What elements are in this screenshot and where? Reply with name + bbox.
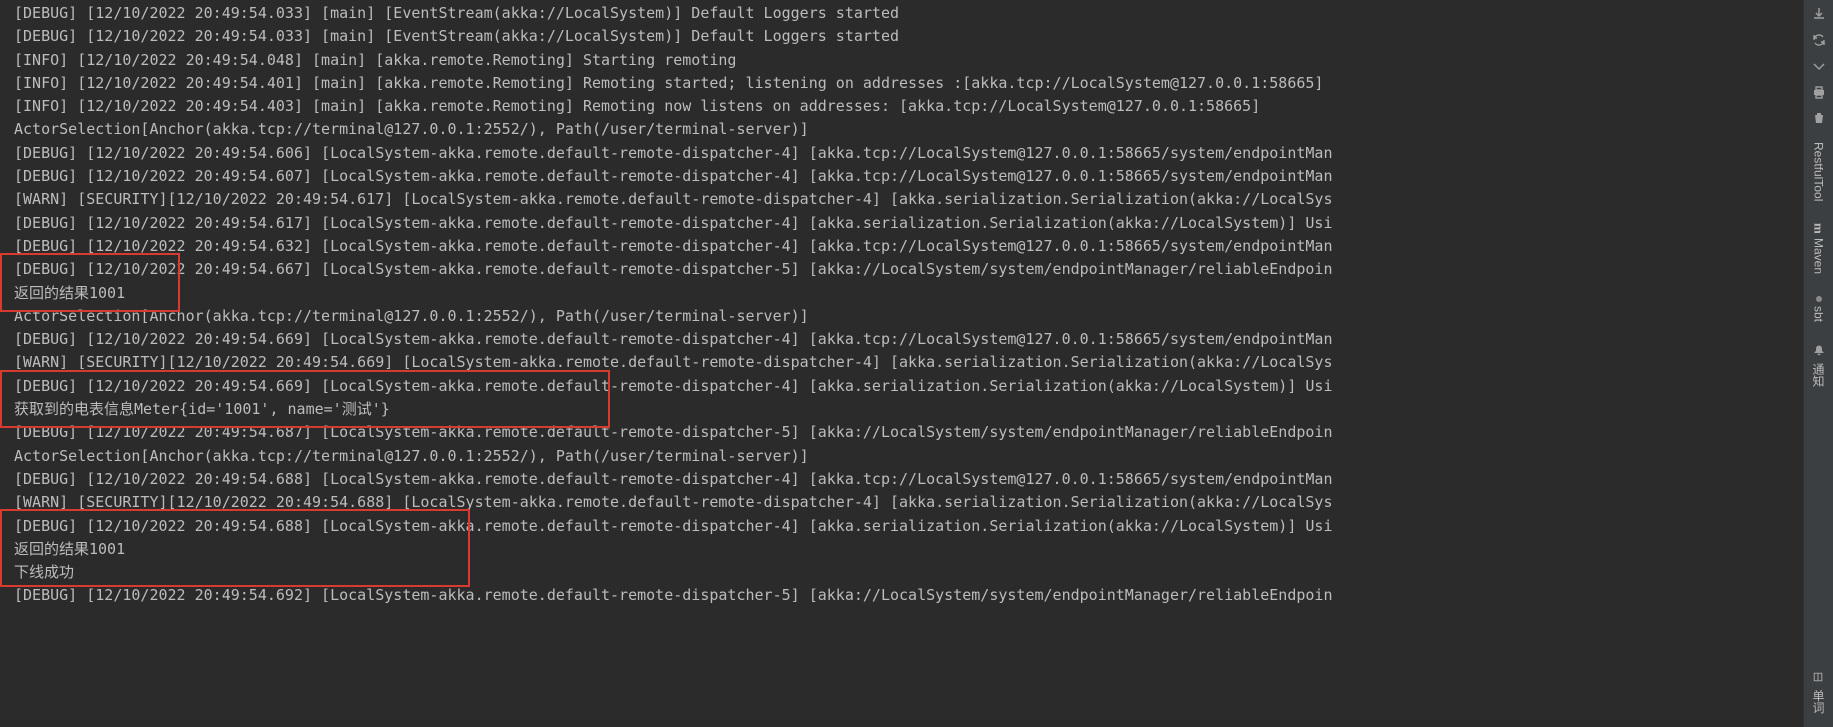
tool-tab-restfultool[interactable]: RestfulTool: [1810, 134, 1828, 209]
tool-tab-notifications[interactable]: 通知: [1808, 336, 1829, 395]
tool-tab-sbt[interactable]: sbt: [1810, 288, 1828, 330]
console-output[interactable]: [DEBUG] [12/10/2022 20:49:54.033] [main]…: [0, 0, 1803, 727]
download-icon[interactable]: [1809, 4, 1829, 24]
expand-icon[interactable]: [1809, 56, 1829, 76]
maven-icon: m: [1811, 223, 1827, 234]
log-line: ActorSelection[Anchor(akka.tcp://termina…: [14, 118, 1799, 141]
log-line: [DEBUG] [12/10/2022 20:49:54.606] [Local…: [14, 142, 1799, 165]
right-tool-strip: RestfulTool m Maven sbt 通知 单词: [1803, 0, 1833, 727]
tool-tab-maven[interactable]: m Maven: [1809, 215, 1829, 282]
log-line: [DEBUG] [12/10/2022 20:49:54.667] [Local…: [14, 258, 1799, 281]
log-line: [DEBUG] [12/10/2022 20:49:54.669] [Local…: [14, 328, 1799, 351]
sbt-icon: [1816, 296, 1822, 302]
log-line: [DEBUG] [12/10/2022 20:49:54.033] [main]…: [14, 25, 1799, 48]
log-line: [DEBUG] [12/10/2022 20:49:54.617] [Local…: [14, 212, 1799, 235]
book-icon: [1812, 671, 1824, 686]
tool-tab-label: 单词: [1811, 689, 1825, 713]
log-line: [DEBUG] [12/10/2022 20:49:54.033] [main]…: [14, 2, 1799, 25]
bell-icon: [1813, 344, 1825, 359]
log-line: [WARN] [SECURITY][12/10/2022 20:49:54.61…: [14, 188, 1799, 211]
log-line: [DEBUG] [12/10/2022 20:49:54.607] [Local…: [14, 165, 1799, 188]
log-line: [WARN] [SECURITY][12/10/2022 20:49:54.66…: [14, 351, 1799, 374]
log-line: 获取到的电表信息Meter{id='1001', name='测试'}: [14, 398, 1799, 421]
tool-tab-label: sbt: [1812, 306, 1826, 322]
tool-tab-label: 通知: [1810, 363, 1827, 387]
log-line: [DEBUG] [12/10/2022 20:49:54.687] [Local…: [14, 421, 1799, 444]
log-line: [INFO] [12/10/2022 20:49:54.401] [main] …: [14, 72, 1799, 95]
log-line: [DEBUG] [12/10/2022 20:49:54.688] [Local…: [14, 515, 1799, 538]
tool-tab-label: Maven: [1812, 238, 1826, 274]
log-line: 返回的结果1001: [14, 282, 1799, 305]
tool-tab-label: RestfulTool: [1812, 142, 1826, 201]
print-icon[interactable]: [1809, 82, 1829, 102]
log-line: [INFO] [12/10/2022 20:49:54.048] [main] …: [14, 49, 1799, 72]
log-line: [DEBUG] [12/10/2022 20:49:54.632] [Local…: [14, 235, 1799, 258]
log-line: [DEBUG] [12/10/2022 20:49:54.692] [Local…: [14, 584, 1799, 607]
log-line: 返回的结果1001: [14, 538, 1799, 561]
log-line: [INFO] [12/10/2022 20:49:54.403] [main] …: [14, 95, 1799, 118]
refresh-icon[interactable]: [1809, 30, 1829, 50]
trash-icon[interactable]: [1809, 108, 1829, 128]
log-line: [WARN] [SECURITY][12/10/2022 20:49:54.68…: [14, 491, 1799, 514]
log-line: 下线成功: [14, 561, 1799, 584]
log-line: ActorSelection[Anchor(akka.tcp://termina…: [14, 305, 1799, 328]
log-line: [DEBUG] [12/10/2022 20:49:54.688] [Local…: [14, 468, 1799, 491]
tool-tab-words[interactable]: 单词: [1810, 671, 1827, 727]
log-line: ActorSelection[Anchor(akka.tcp://termina…: [14, 445, 1799, 468]
log-line: [DEBUG] [12/10/2022 20:49:54.669] [Local…: [14, 375, 1799, 398]
